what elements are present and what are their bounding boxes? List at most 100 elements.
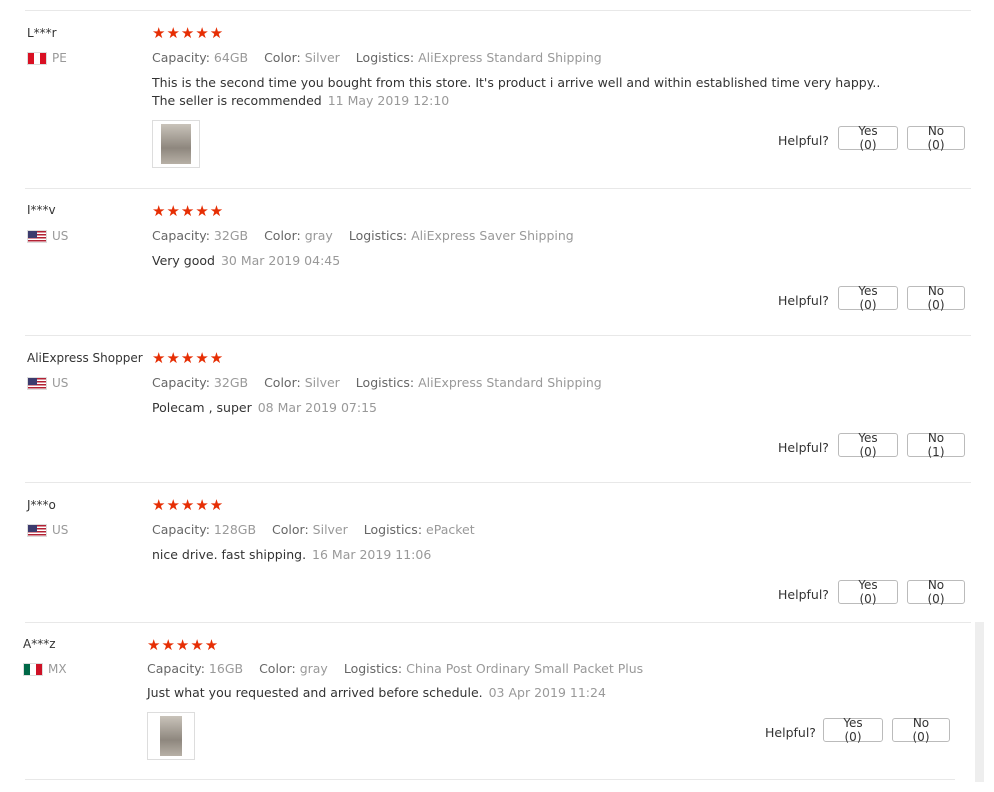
capacity-value: 16GB: [208, 661, 244, 676]
reviewer-name: L***r: [27, 26, 57, 40]
reviewer-country: US: [27, 229, 68, 243]
capacity-label: Capacity:: [152, 50, 210, 65]
color-value: Silver: [304, 375, 340, 390]
review-text-line: Polecam , super: [152, 400, 252, 415]
review-text: nice drive. fast shipping. 16 Mar 2019 11…: [152, 546, 431, 564]
review-date: 11 May 2019 12:10: [327, 93, 450, 108]
flag-us-icon: [27, 229, 47, 243]
review-attributes: Capacity: 16GB Color: gray Logistics: Ch…: [147, 661, 643, 676]
capacity-label: Capacity:: [152, 228, 210, 243]
review-attributes: Capacity: 32GB Color: gray Logistics: Al…: [152, 228, 574, 243]
scrollbar[interactable]: [975, 622, 984, 782]
capacity-value: 32GB: [213, 228, 249, 243]
helpful-no-button[interactable]: No (0): [907, 578, 965, 606]
review-item: AliExpress Shopper US ★★★★★ Capacity: 32…: [0, 335, 994, 482]
capacity-value: 128GB: [213, 522, 257, 537]
helpful-no-button[interactable]: No (0): [892, 716, 950, 744]
review-item: A***z MX ★★★★★ Capacity: 16GB Color: gra…: [0, 622, 994, 780]
country-code: MX: [48, 662, 67, 676]
review-date: 08 Mar 2019 07:15: [257, 400, 377, 415]
helpful-yes-button[interactable]: Yes (0): [823, 716, 883, 744]
logistics-value: AliExpress Standard Shipping: [418, 50, 602, 65]
review-text-line: This is the second time you bought from …: [152, 75, 881, 90]
helpful-label: Helpful?: [765, 725, 816, 740]
reviewer-country: US: [27, 523, 68, 537]
country-code: US: [52, 229, 69, 243]
helpful-no-button[interactable]: No (1): [907, 431, 965, 459]
color-label: Color:: [264, 50, 301, 65]
review-text: Just what you requested and arrived befo…: [147, 684, 606, 702]
review-divider: [25, 779, 955, 780]
color-label: Color:: [259, 661, 296, 676]
review-text-line2: The seller is recommended: [152, 93, 322, 108]
logistics-label: Logistics:: [348, 228, 408, 243]
rating-stars: ★★★★★: [152, 349, 225, 367]
flag-pe-icon: [27, 51, 47, 65]
flag-us-icon: [27, 376, 47, 390]
country-code: US: [52, 523, 69, 537]
reviewer-name: A***z: [23, 637, 56, 651]
reviewer-name: J***o: [27, 498, 56, 512]
review-date: 30 Mar 2019 04:45: [220, 253, 341, 268]
helpful-yes-button[interactable]: Yes (0): [838, 431, 898, 459]
capacity-value: 64GB: [213, 50, 249, 65]
reviewer-country: MX: [23, 662, 67, 676]
reviewer-name: I***v: [27, 203, 56, 217]
reviewer-country: PE: [27, 51, 67, 65]
helpful-yes-button[interactable]: Yes (0): [838, 124, 898, 152]
review-text: This is the second time you bought from …: [152, 74, 880, 110]
helpful-yes-button[interactable]: Yes (0): [838, 578, 898, 606]
review-attributes: Capacity: 128GB Color: Silver Logistics:…: [152, 522, 475, 537]
review-item: I***v US ★★★★★ Capacity: 32GB Color: gra…: [0, 188, 994, 335]
review-attributes: Capacity: 64GB Color: Silver Logistics: …: [152, 50, 602, 65]
review-text: Polecam , super 08 Mar 2019 07:15: [152, 399, 377, 417]
logistics-value: AliExpress Standard Shipping: [418, 375, 602, 390]
logistics-value: AliExpress Saver Shipping: [411, 228, 574, 243]
helpful-label: Helpful?: [778, 293, 829, 308]
color-value: Silver: [312, 522, 348, 537]
review-photo-thumbnail[interactable]: [147, 712, 195, 760]
capacity-label: Capacity:: [152, 375, 210, 390]
product-photo: [161, 124, 191, 164]
review-attributes: Capacity: 32GB Color: Silver Logistics: …: [152, 375, 602, 390]
review-text-line: Very good: [152, 253, 215, 268]
color-value: Silver: [304, 50, 340, 65]
product-photo: [160, 716, 182, 756]
capacity-label: Capacity:: [152, 522, 210, 537]
color-label: Color:: [264, 228, 301, 243]
rating-stars: ★★★★★: [152, 24, 225, 42]
logistics-value: ePacket: [426, 522, 475, 537]
review-text-line: The seller is recommended 11 May 2019 12:…: [152, 92, 880, 110]
color-value: gray: [299, 661, 328, 676]
review-photo-thumbnail[interactable]: [152, 120, 200, 168]
review-date: 16 Mar 2019 11:06: [312, 547, 432, 562]
helpful-no-button[interactable]: No (0): [907, 284, 965, 312]
flag-mx-icon: [23, 662, 43, 676]
reviewer-name: AliExpress Shopper: [27, 351, 143, 365]
logistics-value: China Post Ordinary Small Packet Plus: [406, 661, 644, 676]
review-date: 03 Apr 2019 11:24: [488, 685, 606, 700]
color-label: Color:: [264, 375, 301, 390]
country-code: PE: [52, 51, 67, 65]
color-value: gray: [304, 228, 333, 243]
rating-stars: ★★★★★: [152, 202, 225, 220]
review-item: J***o US ★★★★★ Capacity: 128GB Color: Si…: [0, 482, 994, 622]
logistics-label: Logistics:: [343, 661, 403, 676]
country-code: US: [52, 376, 69, 390]
flag-us-icon: [27, 523, 47, 537]
reviewer-country: US: [27, 376, 68, 390]
helpful-label: Helpful?: [778, 587, 829, 602]
color-label: Color:: [272, 522, 309, 537]
logistics-label: Logistics:: [363, 522, 423, 537]
helpful-label: Helpful?: [778, 440, 829, 455]
review-text: Very good 30 Mar 2019 04:45: [152, 252, 340, 270]
rating-stars: ★★★★★: [152, 496, 225, 514]
review-item: L***r PE ★★★★★ Capacity: 64GB Color: Sil…: [0, 0, 994, 188]
helpful-no-button[interactable]: No (0): [907, 124, 965, 152]
helpful-yes-button[interactable]: Yes (0): [838, 284, 898, 312]
logistics-label: Logistics:: [355, 50, 415, 65]
review-text-line: nice drive. fast shipping.: [152, 547, 307, 562]
capacity-value: 32GB: [213, 375, 249, 390]
helpful-label: Helpful?: [778, 133, 829, 148]
review-text-line: Just what you requested and arrived befo…: [147, 685, 483, 700]
